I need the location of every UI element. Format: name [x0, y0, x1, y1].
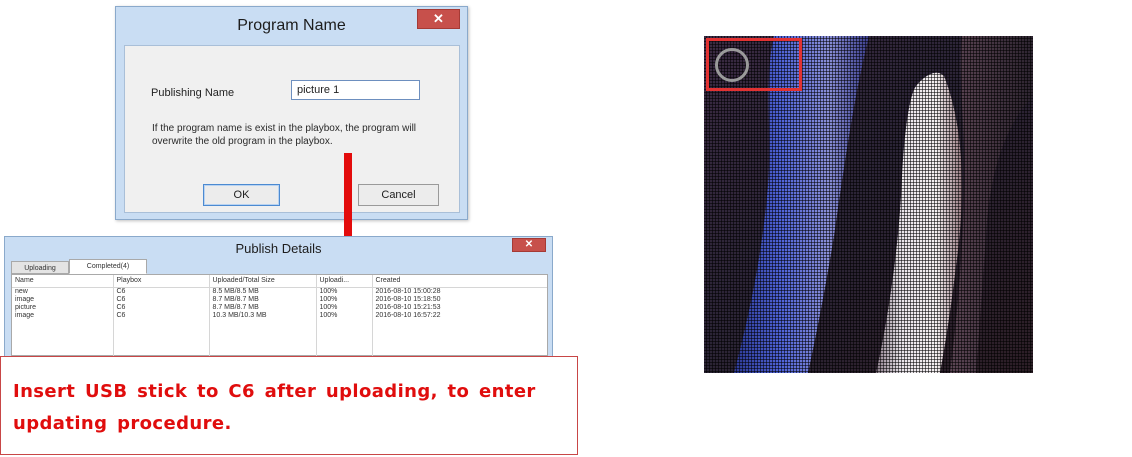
publish-table: Name Playbox Uploaded/Total Size Uploadi… [12, 275, 547, 320]
highlight-box [706, 38, 802, 91]
table-row[interactable]: new C6 8.5 MB/8.5 MB 100% 2016-08-10 15:… [12, 287, 547, 296]
cell-playbox: C6 [112, 287, 209, 296]
close-icon[interactable]: ✕ [417, 9, 460, 29]
publishing-name-label: Publishing Name [151, 87, 235, 99]
program-name-titlebar: Program Name ✕ [116, 7, 467, 45]
arrow-down-icon [344, 153, 352, 247]
table-row[interactable]: image C6 8.7 MB/8.7 MB 100% 2016-08-10 1… [12, 295, 547, 304]
table-header-row: Name Playbox Uploaded/Total Size Uploadi… [12, 275, 547, 288]
cell-size: 8.7 MB/8.7 MB [208, 295, 316, 304]
instruction-text: Insert USB stick to C6 after uploading, … [13, 381, 536, 434]
ok-button[interactable]: OK [203, 184, 280, 206]
publish-details-title: Publish Details [235, 241, 322, 256]
overwrite-note: If the program name is exist in the play… [152, 123, 417, 147]
cell-name: new [15, 287, 28, 295]
cell-created: 2016-08-10 15:21:53 [371, 303, 547, 312]
cell-size: 8.7 MB/8.7 MB [208, 303, 316, 312]
column-header-size[interactable]: Uploaded/Total Size [208, 275, 316, 288]
column-header-created[interactable]: Created [371, 275, 547, 288]
focus-circle-icon [715, 48, 749, 82]
close-icon[interactable]: ✕ [512, 238, 546, 252]
program-name-body: Publishing Name If the program name is e… [124, 45, 460, 213]
publish-table-panel: Name Playbox Uploaded/Total Size Uploadi… [11, 274, 548, 357]
cell-progress: 100% [315, 295, 372, 304]
cell-name: image [15, 311, 35, 319]
program-name-dialog: Program Name ✕ Publishing Name If the pr… [115, 6, 468, 220]
column-header-uploading[interactable]: Uploadi... [315, 275, 372, 288]
instruction-box: Insert USB stick to C6 after uploading, … [0, 356, 578, 455]
cell-name: picture [15, 303, 37, 311]
table-row[interactable]: picture C6 8.7 MB/8.7 MB 100% 2016-08-10… [12, 303, 547, 312]
cell-size: 8.5 MB/8.5 MB [208, 287, 316, 296]
screenshot: Program Name ✕ Publishing Name If the pr… [0, 0, 1132, 457]
cell-size: 10.3 MB/10.3 MB [208, 311, 316, 320]
cell-name: image [15, 295, 35, 303]
led-screen-photo [704, 36, 1033, 373]
cell-progress: 100% [315, 303, 372, 312]
column-header-playbox[interactable]: Playbox [112, 275, 209, 288]
table-row[interactable]: image C6 10.3 MB/10.3 MB 100% 2016-08-10… [12, 311, 547, 320]
cell-playbox: C6 [112, 311, 209, 320]
tab-uploading[interactable]: Uploading [11, 261, 69, 274]
cell-playbox: C6 [112, 295, 209, 304]
cell-progress: 100% [315, 287, 372, 296]
cell-progress: 100% [315, 311, 372, 320]
tab-completed[interactable]: Completed(4) [69, 259, 147, 274]
publish-details-window: Publish Details ✕ Uploading Completed(4)… [4, 236, 553, 358]
cell-created: 2016-08-10 15:00:28 [371, 287, 547, 296]
cell-created: 2016-08-10 16:57:22 [371, 311, 547, 320]
column-header-name[interactable]: Name [12, 275, 113, 288]
cell-playbox: C6 [112, 303, 209, 312]
cancel-button[interactable]: Cancel [358, 184, 439, 206]
cell-created: 2016-08-10 15:18:50 [371, 295, 547, 304]
dialog-title: Program Name [237, 17, 346, 34]
publishing-name-input[interactable] [291, 80, 420, 100]
